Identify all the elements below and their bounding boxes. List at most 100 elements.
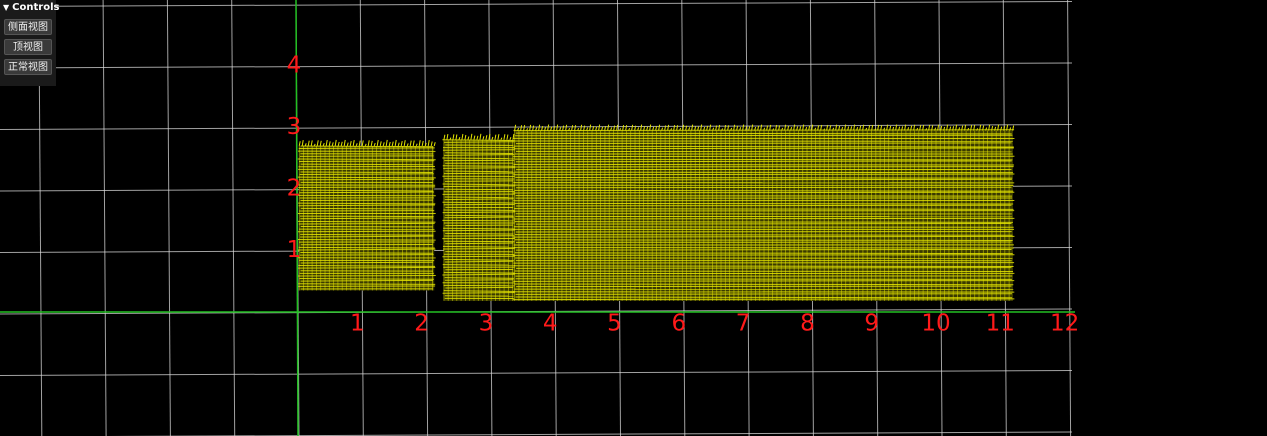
grid-line-horizontal (107, 431, 1073, 436)
scan-line (299, 278, 434, 280)
scan-edge (412, 140, 415, 147)
scan-edge (571, 125, 574, 131)
scan-edge (337, 141, 340, 147)
scan-edge (373, 142, 376, 147)
scan-edge (370, 140, 373, 147)
scan-edge (709, 124, 712, 131)
scan-edge (355, 143, 358, 147)
scan-edge (485, 135, 488, 140)
scan-edge (556, 124, 559, 131)
x-tick-label: 8 (800, 311, 815, 337)
point-cloud (297, 124, 1015, 301)
scan-line (445, 286, 514, 289)
x-tick-label: 2 (414, 311, 429, 337)
scan-edge (361, 140, 364, 147)
scan-edge (574, 125, 577, 131)
scan-edge (514, 124, 517, 131)
scan-line (442, 292, 516, 294)
scan-edge (367, 140, 370, 147)
scan-edge (385, 139, 388, 147)
scan-edge (523, 125, 526, 131)
scan-line (445, 232, 514, 235)
scan-edge (376, 139, 379, 147)
scan-edge (400, 140, 403, 147)
scan-edge (691, 124, 694, 131)
scan-line (299, 178, 435, 181)
scan-edge (421, 140, 424, 147)
scan-edge (700, 124, 703, 131)
scan-line (444, 196, 514, 199)
scan-line (298, 222, 435, 225)
scan-edge (476, 135, 479, 140)
scan-edge (470, 133, 473, 140)
normal-view-button[interactable]: 正常视图 (4, 59, 52, 75)
grid-line-vertical (102, 0, 107, 436)
scan-edge (640, 124, 643, 131)
scan-edge (520, 125, 523, 131)
scan-edge (415, 143, 418, 147)
scan-edge (497, 134, 500, 140)
scan-edge (319, 140, 322, 147)
scan-edge (491, 136, 494, 140)
x-tick-label: 3 (479, 311, 494, 337)
scan-edge (631, 124, 634, 131)
y-tick-label: 4 (287, 53, 302, 79)
x-tick-label: 12 (1050, 311, 1079, 337)
scan-line (442, 165, 516, 167)
scan-edge (658, 124, 661, 131)
scan-edge (649, 124, 652, 131)
3d-viewport[interactable]: 1 2 3 4 5 6 7 8 9 10 11 12 1 2 3 4 ▼ Controls 侧面视图 顶视图 正… (0, 0, 1267, 436)
x-tick-label: 9 (864, 311, 879, 337)
scan-edge (458, 137, 461, 140)
scan-edge (512, 133, 515, 140)
scan-edge (547, 124, 550, 131)
scan-edge (430, 141, 433, 147)
controls-header[interactable]: ▼ Controls (0, 0, 59, 15)
scan-edge (316, 140, 319, 147)
scan-line (299, 254, 434, 256)
x-tick-label: 11 (986, 311, 1015, 337)
scan-edge (616, 124, 619, 131)
x-tick-label: 1 (350, 311, 365, 337)
scan-line (444, 216, 514, 219)
scan-edge (443, 134, 446, 140)
grid-line-horizontal (0, 1, 1073, 7)
scan-edge (532, 125, 535, 131)
scan-edge (331, 142, 334, 147)
controls-panel: ▼ Controls 侧面视图 顶视图 正常视图 (0, 0, 59, 86)
x-tick-label: 4 (543, 311, 558, 337)
scan-edge (427, 139, 430, 147)
scan-edge (418, 140, 421, 147)
scan-edge (503, 134, 506, 140)
scan-edge (565, 124, 568, 131)
scan-edge (580, 124, 583, 131)
grid-line-horizontal (0, 62, 1073, 69)
scan-edge (598, 124, 601, 131)
scan-edge (322, 142, 325, 147)
top-view-button[interactable]: 顶视图 (4, 39, 52, 55)
scene-canvas[interactable]: 1 2 3 4 5 6 7 8 9 10 11 121234 (0, 0, 1267, 436)
scan-edge (382, 142, 385, 147)
grid-line-vertical (231, 0, 236, 436)
scan-line (444, 180, 514, 182)
scan-edge (301, 140, 304, 147)
y-tick-label: 2 (287, 176, 302, 202)
scan-edge (467, 136, 470, 140)
scan-edge (379, 141, 382, 147)
scan-edge (364, 143, 367, 147)
scan-line (299, 155, 434, 157)
scan-edge (607, 124, 610, 131)
scan-edge (751, 124, 754, 131)
side-view-button[interactable]: 侧面视图 (4, 19, 52, 35)
scan-edge (464, 134, 467, 140)
scan-line (442, 264, 516, 266)
scan-edge (452, 134, 455, 140)
y-tick-label: 3 (287, 114, 302, 140)
scan-line (445, 188, 514, 191)
scan-line (443, 247, 516, 250)
scan-edge (446, 134, 449, 140)
scan-edge (479, 133, 482, 140)
x-tick-label: 7 (736, 311, 751, 337)
scan-edge (346, 142, 349, 147)
scan-edge (391, 141, 394, 147)
